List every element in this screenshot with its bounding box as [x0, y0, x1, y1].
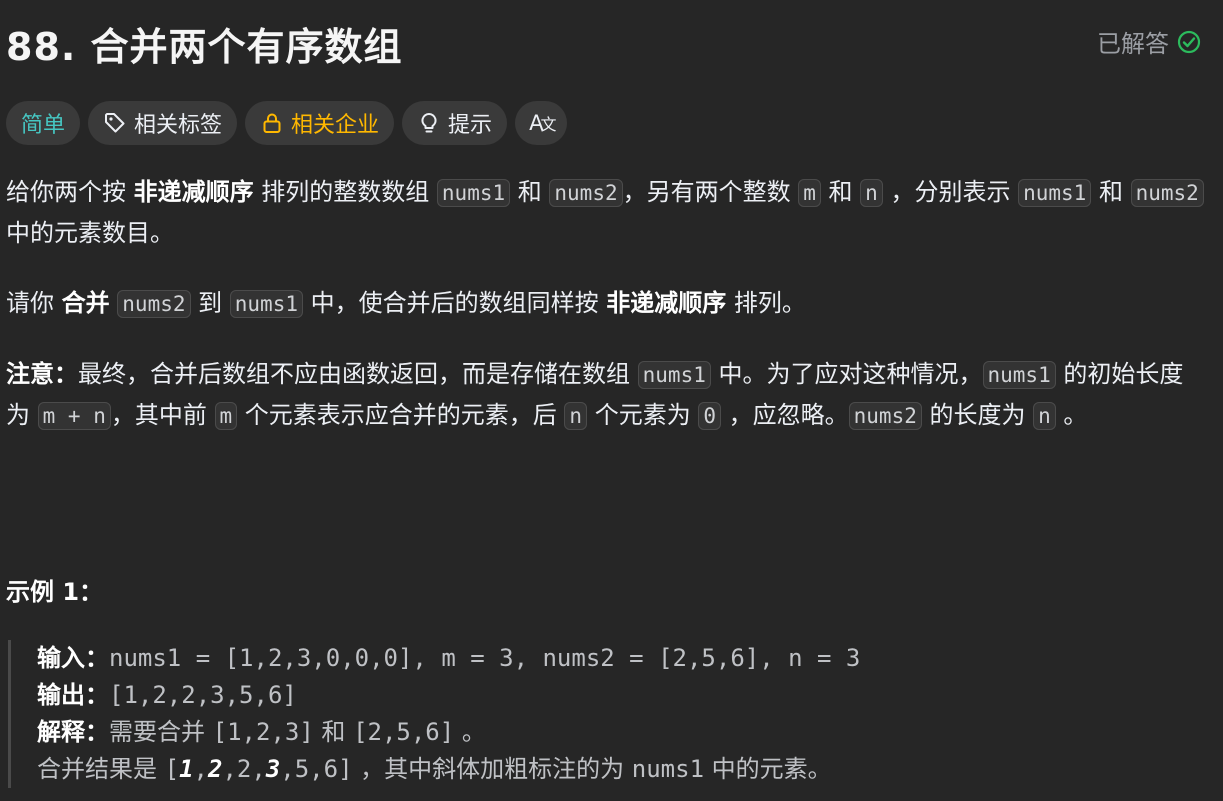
text: 中的元素数目。 — [6, 219, 174, 247]
example-output-line: 输出：[1,2,2,3,5,6] — [37, 677, 1223, 714]
text: 个元素表示应合并的元素，后 — [237, 401, 565, 429]
note-label: 注意： — [6, 360, 78, 388]
text: 需要合并 — [109, 718, 213, 746]
bold-text: 合并 — [61, 289, 110, 317]
description-paragraph-2: 请你 合并 nums2 到 nums1 中，使合并后的数组同样按 非递减顺序 排… — [6, 283, 1206, 324]
tag-bar: 简单 相关标签 相关企业 提示 A文 — [6, 101, 568, 145]
text: ，其中前 — [110, 401, 215, 429]
text: 最终，合并后数组不应由函数返回，而是存储在数组 — [78, 360, 638, 388]
problem-page: 88. 合并两个有序数组 已解答 简单 相关标签 相关企业 提示 A文 给你两个… — [0, 0, 1223, 801]
input-label: 输入： — [37, 644, 109, 672]
related-companies-button[interactable]: 相关企业 — [245, 101, 395, 145]
check-circle-icon — [1177, 30, 1201, 54]
text: 和 — [510, 178, 550, 206]
inline-code: nums2 — [117, 290, 191, 318]
inline-code: m — [798, 179, 821, 207]
inline-code: n — [564, 402, 588, 430]
text: 和 — [1091, 178, 1131, 206]
bold-text: 非递减顺序 — [133, 178, 254, 206]
translate-icon: A文 — [529, 111, 556, 135]
text: 请你 — [6, 289, 62, 317]
code-text: nums1 — [631, 755, 705, 783]
problem-description: 给你两个按 非递减顺序 排列的整数数组 nums1 和 nums2 ，另有两个整数… — [6, 172, 1206, 436]
related-tags-button[interactable]: 相关标签 — [88, 101, 238, 145]
inline-code: n — [860, 179, 883, 207]
text: 合并结果是 — [37, 755, 165, 783]
inline-code: m + n — [37, 402, 111, 430]
difficulty-tag[interactable]: 简单 — [6, 101, 81, 145]
text: 到 — [190, 289, 230, 317]
example-input-line: 输入：nums1 = [1,2,3,0,0,0], m = 3, nums2 =… — [37, 640, 1223, 677]
code-text: , — [193, 755, 208, 783]
inline-code: nums2 — [1130, 179, 1204, 207]
code-text: [1,2,3] — [212, 718, 314, 746]
explain-label: 解释： — [37, 718, 109, 746]
text: 排列。 — [726, 289, 806, 317]
text: 的长度为 — [921, 401, 1034, 429]
description-paragraph-1: 给你两个按 非递减顺序 排列的整数数组 nums1 和 nums2 ，另有两个整数… — [6, 172, 1206, 253]
example-explain-line: 解释：需要合并 [1,2,3] 和 [2,5,6] 。 — [37, 714, 1223, 751]
code-text: ,5,6] — [280, 755, 353, 783]
translate-button[interactable]: A文 — [515, 101, 568, 145]
output-label: 输出： — [37, 681, 109, 709]
bold-italic-number: 1 — [179, 755, 194, 783]
code-text: ,2, — [222, 755, 266, 783]
problem-title: 88. 合并两个有序数组 — [6, 25, 403, 69]
text: 个元素为 — [587, 401, 699, 429]
text: 排列的整数数组 — [253, 178, 437, 206]
inline-code: nums2 — [848, 402, 922, 430]
hint-label: 提示 — [448, 113, 493, 138]
inline-code: nums1 — [637, 361, 711, 389]
text: 和 — [820, 178, 861, 206]
inline-code: nums1 — [436, 179, 511, 207]
code-text: [2,5,6] — [353, 718, 455, 746]
example-result-line: 合并结果是 [1,2,2,3,5,6] ，其中斜体加粗标注的为 nums1 中的… — [37, 751, 1223, 788]
text: 。 — [1055, 401, 1088, 429]
text: 中，使合并后的数组同样按 — [302, 289, 607, 317]
inline-code: nums2 — [549, 179, 623, 207]
code-text: [ — [164, 755, 180, 783]
solved-status: 已解答 — [1097, 24, 1201, 59]
bold-text: 非递减顺序 — [606, 289, 727, 317]
lock-icon — [260, 111, 284, 135]
lightbulb-icon — [417, 111, 441, 135]
inline-code: nums1 — [229, 290, 303, 318]
related-tags-label: 相关标签 — [134, 113, 223, 138]
inline-code: n — [1033, 402, 1056, 430]
difficulty-label: 简单 — [21, 113, 66, 138]
input-value: nums1 = [1,2,3,0,0,0], m = 3, nums2 = [2… — [109, 644, 861, 672]
example-title: 示例 1： — [6, 578, 104, 606]
text: ，另有两个整数 — [622, 178, 799, 206]
related-companies-label: 相关企业 — [291, 113, 380, 138]
text: ，分别表示 — [882, 178, 1019, 206]
bold-italic-number: 2 — [208, 755, 223, 783]
description-note: 注意：最终，合并后数组不应由函数返回，而是存储在数组 nums1 中。为了应对这… — [6, 354, 1206, 436]
text: ，应忽略。 — [721, 401, 849, 429]
inline-code: nums1 — [982, 361, 1056, 389]
text: 中。为了应对这种情况， — [710, 360, 983, 388]
output-value: [1,2,2,3,5,6] — [109, 681, 297, 709]
example-block: 输入：nums1 = [1,2,3,0,0,0], m = 3, nums2 =… — [8, 640, 1223, 788]
hint-button[interactable]: 提示 — [402, 101, 508, 145]
solved-label: 已解答 — [1097, 30, 1169, 58]
text: 。 — [454, 718, 486, 746]
text: 和 — [313, 718, 354, 746]
inline-code: 0 — [698, 402, 721, 430]
inline-code: nums1 — [1018, 179, 1092, 207]
tag-icon — [103, 111, 127, 135]
text: 中的元素。 — [704, 755, 832, 783]
bold-italic-number: 3 — [265, 755, 281, 783]
text: ，其中斜体加粗标注的为 — [352, 755, 632, 783]
inline-code: m — [214, 402, 238, 430]
text: 给你两个按 — [6, 178, 134, 206]
